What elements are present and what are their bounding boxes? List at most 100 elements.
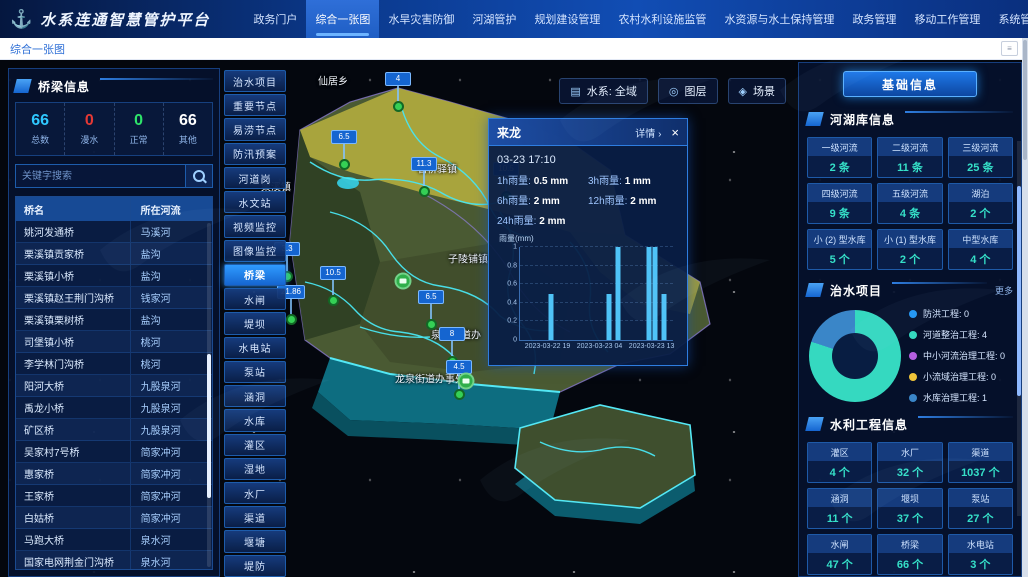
table-row[interactable]: 司堡镇小桥桃河 xyxy=(16,331,212,353)
nav-tab-2[interactable]: 综合一张图 xyxy=(306,0,379,38)
layer-menu-item-17[interactable]: 湿地 xyxy=(224,458,286,480)
layer-menu-item-7[interactable]: 视频监控 xyxy=(224,215,286,237)
nav-tab-4[interactable]: 河湖管护 xyxy=(463,0,525,38)
layer-menu-item-4[interactable]: 防汛预案 xyxy=(224,143,286,165)
water-level-marker[interactable]: 11.3 xyxy=(411,153,437,197)
table-row[interactable]: 马跑大桥泉水河 xyxy=(16,529,212,551)
rain-metric: 12h雨量: 2 mm xyxy=(588,192,679,207)
nav-tab-3[interactable]: 水旱灾害防御 xyxy=(379,0,463,38)
bridge-table-body: 姚河发通桥马溪河栗溪镇贡家桥盐沟栗溪镇小桥盐沟栗溪镇赵王荆门沟桥钱家河栗溪镇栗树… xyxy=(16,221,212,569)
scrollbar-thumb[interactable] xyxy=(1023,40,1027,160)
layer-menu-item-12[interactable]: 水电站 xyxy=(224,337,286,359)
layer-menu-item-2[interactable]: 重要节点 xyxy=(224,94,286,116)
work-card-label: 堰坝 xyxy=(878,489,941,507)
marker-badge: 11.3 xyxy=(411,157,437,171)
river-card: 一级河流2 条 xyxy=(807,137,872,178)
layer-menu-item-20[interactable]: 堰塘 xyxy=(224,530,286,552)
nav-tab-6[interactable]: 农村水利设施监管 xyxy=(609,0,715,38)
nav-tab-1[interactable]: 政务门户 xyxy=(244,0,306,38)
layer-menu-item-9[interactable]: 桥梁 xyxy=(224,264,286,286)
bridge-info-panel: 桥梁信息 66总数0漫水0正常66其他 桥名 所在河流 姚河发通桥马溪河栗溪镇贡… xyxy=(8,68,220,577)
bridge-table-scrollbar[interactable] xyxy=(207,223,211,567)
bridge-name-cell: 阳河大桥 xyxy=(16,378,130,393)
work-card-value: 4 个 xyxy=(808,461,871,482)
river-card-label: 四级河流 xyxy=(808,184,871,202)
chart-bar xyxy=(548,294,553,341)
popup-details-link[interactable]: 详情 › xyxy=(635,125,661,140)
table-row[interactable]: 栗溪镇栗树桥盐沟 xyxy=(16,309,212,331)
table-row[interactable]: 阳河大桥九股泉河 xyxy=(16,375,212,397)
scrollbar-thumb[interactable] xyxy=(207,354,211,498)
marker-badge: 4.5 xyxy=(446,360,472,374)
layer-menu-item-19[interactable]: 渠道 xyxy=(224,506,286,528)
nav-tab-5[interactable]: 规划建设管理 xyxy=(525,0,609,38)
base-info-button[interactable]: 基础信息 xyxy=(843,71,977,97)
marker-badge: 4 xyxy=(385,72,411,86)
river-name-cell: 钱家河 xyxy=(130,287,212,308)
table-row[interactable]: 李学林门沟桥桃河 xyxy=(16,353,212,375)
water-level-marker[interactable]: 6.5 xyxy=(331,126,357,170)
river-card-label: 一级河流 xyxy=(808,138,871,156)
layer-menu-item-3[interactable]: 易涝节点 xyxy=(224,118,286,140)
table-row[interactable]: 栗溪镇赵王荆门沟桥钱家河 xyxy=(16,287,212,309)
projects-donut xyxy=(809,310,901,402)
layer-menu-item-16[interactable]: 灌区 xyxy=(224,434,286,456)
table-row[interactable]: 栗溪镇小桥盐沟 xyxy=(16,265,212,287)
layer-menu-item-10[interactable]: 水闸 xyxy=(224,288,286,310)
table-row[interactable]: 栗溪镇贡家桥盐沟 xyxy=(16,243,212,265)
layer-menu-item-6[interactable]: 水文站 xyxy=(224,191,286,213)
nav-tab-9[interactable]: 移动工作管理 xyxy=(905,0,989,38)
layer-menu-item-5[interactable]: 河道岗 xyxy=(224,167,286,189)
window-scrollbar[interactable] xyxy=(1022,38,1028,577)
river-name-cell: 简家冲河 xyxy=(130,463,212,484)
table-row[interactable]: 国家电网荆金门沟桥泉水河 xyxy=(16,551,212,569)
water-level-marker[interactable]: 4 xyxy=(385,68,411,112)
popup-timestamp: 03-23 17:10 xyxy=(497,154,679,166)
layer-menu-item-14[interactable]: 涵洞 xyxy=(224,385,286,407)
projects-more-link[interactable]: 更多 xyxy=(995,284,1013,297)
nav-tab-10[interactable]: 系统管理 xyxy=(989,0,1028,38)
scrollbar-thumb[interactable] xyxy=(1017,186,1021,396)
chart-bar xyxy=(652,247,657,340)
river-card-label: 中型水库 xyxy=(949,230,1012,248)
table-row[interactable]: 王家桥简家冲河 xyxy=(16,485,212,507)
nav-tab-7[interactable]: 水资源与水土保持管理 xyxy=(715,0,843,38)
layer-menu-item-1[interactable]: 治水项目 xyxy=(224,70,286,92)
table-row[interactable]: 白姑桥简家冲河 xyxy=(16,507,212,529)
layer-menu-item-15[interactable]: 水库 xyxy=(224,409,286,431)
layer-menu-item-18[interactable]: 水厂 xyxy=(224,482,286,504)
close-icon[interactable]: × xyxy=(671,126,679,139)
work-card-label: 渠道 xyxy=(949,443,1012,461)
layer-menu-item-11[interactable]: 堤坝 xyxy=(224,312,286,334)
layer-menu-item-21[interactable]: 堤防 xyxy=(224,555,286,577)
right-panel-scrollbar[interactable] xyxy=(1017,141,1021,516)
water-level-marker[interactable]: 10.5 xyxy=(320,262,346,306)
work-card-value: 27 个 xyxy=(949,507,1012,528)
scene-button[interactable]: ◈场景 xyxy=(728,78,786,104)
legend-item: 小流域治理工程: 0 xyxy=(909,370,1013,383)
table-row[interactable]: 惠家桥简家冲河 xyxy=(16,463,212,485)
water-system-button[interactable]: ▤水系: 全域 xyxy=(559,78,648,104)
table-row[interactable]: 吴家村7号桥简家冲河 xyxy=(16,441,212,463)
rain-metric: 3h雨量: 1 mm xyxy=(588,172,679,187)
layer-menu-item-13[interactable]: 泵站 xyxy=(224,361,286,383)
town-label: 仙居乡 xyxy=(318,73,348,88)
layers-button[interactable]: ◎图层 xyxy=(658,78,718,104)
work-card-value: 47 个 xyxy=(808,553,871,574)
table-row[interactable]: 禹龙小桥九股泉河 xyxy=(16,397,212,419)
layer-menu-item-8[interactable]: 图像监控 xyxy=(224,240,286,262)
chart-bar xyxy=(661,294,666,341)
river-card-value: 11 条 xyxy=(878,156,941,177)
metric-value: 0.5 mm xyxy=(534,176,568,187)
search-input[interactable] xyxy=(15,164,186,188)
bridge-search xyxy=(15,164,213,188)
search-button[interactable] xyxy=(186,164,213,188)
panel-divider xyxy=(892,282,987,284)
subbar-menu-icon[interactable]: ≡ xyxy=(1001,41,1018,56)
camera-marker-icon[interactable] xyxy=(395,273,412,290)
camera-marker-icon[interactable] xyxy=(458,373,475,390)
table-row[interactable]: 矿区桥九股泉河 xyxy=(16,419,212,441)
table-row[interactable]: 姚河发通桥马溪河 xyxy=(16,221,212,243)
station-popup: 来龙 详情 › × 03-23 17:10 1h雨量: 0.5 mm3h雨量: … xyxy=(488,118,688,366)
nav-tab-8[interactable]: 政务管理 xyxy=(843,0,905,38)
